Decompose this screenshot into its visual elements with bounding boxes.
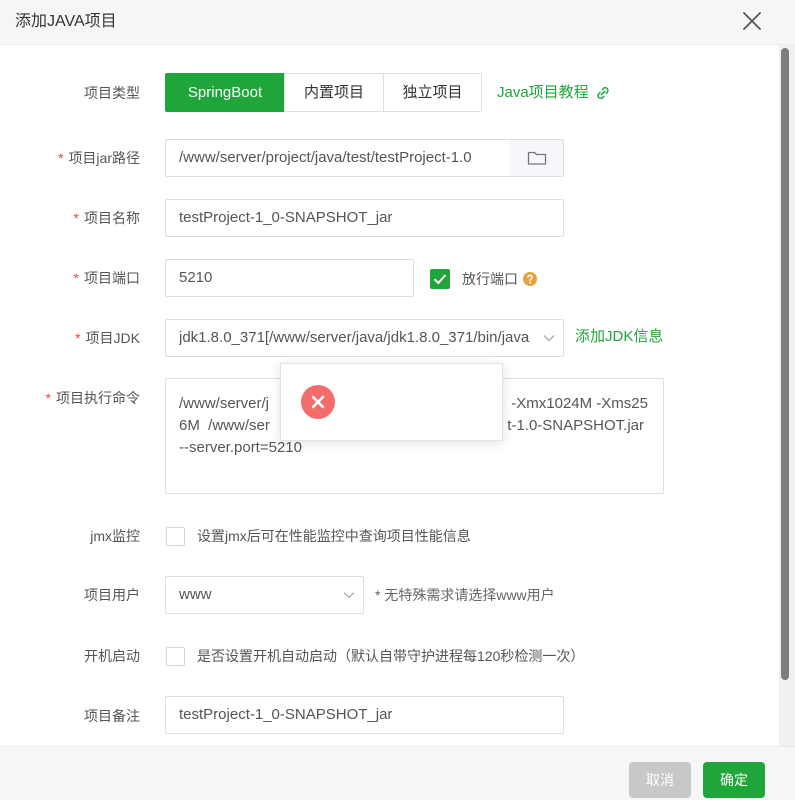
link-icon: [597, 86, 609, 100]
label-text: 项目用户: [84, 587, 140, 603]
error-toast: [280, 363, 503, 441]
chevron-down-icon: [543, 335, 555, 342]
required-mark: *: [57, 150, 64, 166]
jmx-checkbox[interactable]: [166, 526, 185, 546]
project-port-input[interactable]: 5210: [165, 259, 414, 297]
project-name-input[interactable]: testProject-1_0-SNAPSHOT_jar: [165, 199, 564, 237]
label-project-name: * 项目名称: [0, 208, 140, 228]
label-project-user: 项目用户: [0, 585, 140, 605]
label-remark: 项目备注: [0, 706, 140, 726]
autostart-checkbox[interactable]: [166, 646, 185, 666]
label-text: 项目jar路径: [68, 150, 140, 166]
question-icon[interactable]: [523, 272, 537, 286]
type-option-springboot[interactable]: SpringBoot: [165, 73, 285, 112]
label-autostart: 开机启动: [0, 646, 140, 666]
label-project-type: 项目类型: [0, 83, 140, 103]
label-text: 项目JDK: [85, 330, 140, 346]
label-text: 项目端口: [84, 270, 140, 286]
autostart-description: 是否设置开机自动启动（默认自带守护进程每120秒检测一次）: [197, 648, 585, 664]
jar-path-input[interactable]: /www/server/project/java/test/testProjec…: [165, 139, 511, 177]
project-name-value: testProject-1_0-SNAPSHOT_jar: [179, 209, 393, 226]
cancel-button[interactable]: 取消: [629, 762, 691, 798]
remark-input[interactable]: testProject-1_0-SNAPSHOT_jar: [165, 696, 564, 734]
jar-path-value: /www/server/project/java/test/testProjec…: [179, 149, 472, 166]
add-jdk-link[interactable]: 添加JDK信息: [575, 327, 663, 347]
label-text: 项目执行命令: [56, 390, 140, 406]
error-icon: [301, 385, 335, 419]
user-select-value: www: [179, 586, 212, 603]
command-line-text: t-1.0-SNAPSHOT.jar: [507, 417, 644, 434]
label-text: 开机启动: [84, 648, 140, 664]
label-text: 项目名称: [84, 210, 140, 226]
command-line-text: /www/server/j: [179, 395, 270, 412]
label-project-command: * 项目执行命令: [0, 388, 140, 408]
type-option-standalone[interactable]: 独立项目: [383, 73, 482, 112]
dialog-footer: 取消 确定: [0, 746, 795, 800]
open-port-label: 放行端口: [462, 271, 518, 287]
required-mark: *: [73, 270, 79, 286]
jdk-select-value: jdk1.8.0_371[/www/server/java/jdk1.8.0_3…: [179, 329, 530, 346]
java-tutorial-link-text: Java项目教程: [497, 84, 589, 101]
user-hint: * 无特殊需求请选择www用户: [375, 587, 555, 603]
required-mark: *: [45, 390, 51, 406]
folder-icon: [527, 151, 546, 165]
command-line-text: 6M /www/ser: [179, 417, 270, 434]
jmx-option: 设置jmx后可在性能监控中查询项目性能信息: [166, 525, 471, 547]
required-mark: *: [73, 210, 79, 226]
autostart-option: 是否设置开机自动启动（默认自带守护进程每120秒检测一次）: [166, 645, 584, 667]
close-icon[interactable]: [742, 11, 762, 31]
browse-folder-button[interactable]: [510, 139, 564, 177]
chevron-down-icon: [343, 592, 355, 599]
project-port-value: 5210: [179, 269, 213, 286]
java-tutorial-link[interactable]: Java项目教程: [497, 83, 611, 103]
confirm-button[interactable]: 确定: [703, 762, 765, 798]
open-port-checkbox[interactable]: [430, 269, 450, 289]
remark-value: testProject-1_0-SNAPSHOT_jar: [179, 706, 393, 723]
label-jar-path: * 项目jar路径: [0, 148, 140, 168]
dialog-header: 添加JAVA项目: [0, 0, 795, 45]
scrollbar-thumb[interactable]: [781, 48, 789, 680]
dialog-title: 添加JAVA项目: [15, 13, 117, 30]
command-line-text: -Xmx1024M -Xms25: [511, 395, 648, 412]
label-text: 项目类型: [84, 85, 140, 101]
scrollbar-track[interactable]: [779, 45, 795, 746]
user-select[interactable]: www: [165, 576, 364, 614]
jmx-description: 设置jmx后可在性能监控中查询项目性能信息: [197, 528, 471, 544]
jdk-select[interactable]: jdk1.8.0_371[/www/server/java/jdk1.8.0_3…: [165, 319, 564, 357]
open-port-option: 放行端口: [430, 268, 537, 290]
label-project-jdk: * 项目JDK: [0, 328, 140, 348]
type-option-builtin[interactable]: 内置项目: [284, 73, 384, 112]
label-project-port: * 项目端口: [0, 268, 140, 288]
label-text: 项目备注: [84, 708, 140, 724]
required-mark: *: [75, 330, 81, 346]
label-text: jmx监控: [90, 528, 140, 544]
label-jmx: jmx监控: [0, 526, 140, 546]
